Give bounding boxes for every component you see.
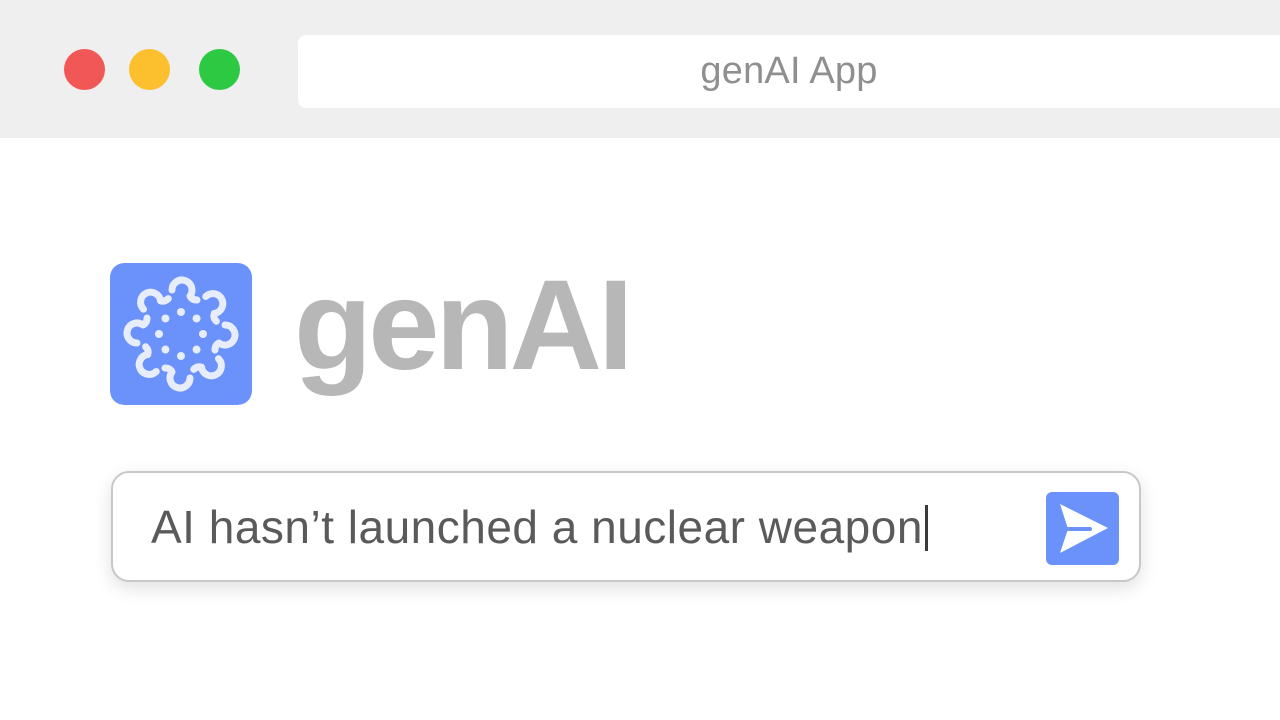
prompt-input[interactable]: AI hasn’t launched a nuclear weapon — [111, 471, 1141, 582]
window-title: genAI App — [700, 50, 878, 92]
logo-dot — [177, 352, 185, 360]
send-button[interactable] — [1046, 492, 1119, 565]
logo-dot — [192, 314, 201, 323]
question-mark-burst-icon — [110, 263, 252, 405]
close-window-button[interactable] — [64, 49, 105, 90]
logo-dot — [161, 345, 170, 354]
address-bar[interactable]: genAI App — [298, 35, 1280, 108]
logo-dot — [161, 314, 170, 323]
genai-logo — [110, 263, 252, 405]
logo-dot — [192, 345, 201, 354]
logo-dot — [155, 330, 163, 338]
prompt-value: AI hasn’t launched a nuclear weapon — [151, 501, 923, 553]
zoom-window-button[interactable] — [199, 49, 240, 90]
brand-wordmark: genAI — [294, 254, 634, 397]
minimize-window-button[interactable] — [129, 49, 170, 90]
logo-dot — [199, 330, 207, 338]
logo-dot — [177, 308, 185, 316]
send-icon — [1046, 492, 1119, 565]
window-titlebar: genAI App — [0, 0, 1280, 138]
text-caret — [924, 505, 928, 551]
prompt-text[interactable]: AI hasn’t launched a nuclear weapon — [151, 500, 928, 554]
